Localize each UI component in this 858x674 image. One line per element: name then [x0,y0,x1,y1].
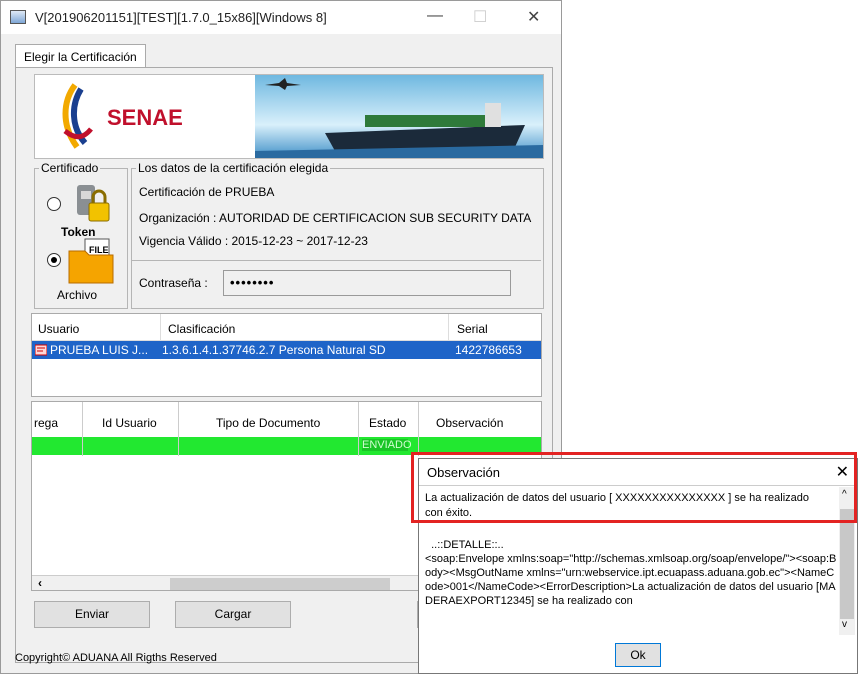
header-usuario[interactable]: Usuario [38,322,79,336]
header-serial[interactable]: Serial [457,322,488,336]
cargar-button[interactable]: Cargar [175,601,291,628]
scroll-thumb[interactable] [170,578,390,590]
datos-legend: Los datos de la certificación elegida [138,161,329,175]
certificate-icon [35,344,47,356]
header-observacion[interactable]: Observación [436,416,503,430]
row-clasificacion: 1.3.6.1.4.1.37746.2.7 Persona Natural SD [162,343,386,357]
archivo-radio[interactable] [47,253,61,267]
vigencia-text: Vigencia Válido : 2015-12-23 ~ 2017-12-2… [139,234,368,248]
token-icon [77,185,110,222]
scroll-left-icon[interactable]: ‹ [38,576,42,590]
organizacion-text: Organización : AUTORIDAD DE CERTIFICACIO… [139,211,532,225]
table-row[interactable]: PRUEBA LUIS J... 1.3.6.1.4.1.37746.2.7 P… [32,341,541,359]
estado-cell: ENVIADO [362,439,412,451]
token-radio[interactable] [47,197,61,211]
svg-text:FILE: FILE [89,245,109,255]
senae-banner: SENAE [34,74,544,159]
header-estado[interactable]: Estado [369,416,406,430]
scroll-thumb[interactable] [840,509,854,619]
minimize-icon[interactable]: — [427,7,443,25]
archivo-label: Archivo [57,288,98,302]
window-title: V[201906201151][TEST][1.7.0_15x86][Windo… [35,10,327,25]
cert-name: Certificación de PRUEBA [139,185,275,199]
senae-logo-icon [62,83,93,149]
certificado-legend: Certificado [41,161,99,175]
close-icon[interactable]: ✕ [527,7,540,27]
header-id-usuario[interactable]: Id Usuario [102,416,157,430]
maximize-icon[interactable]: ☐ [473,7,487,27]
brand-text: SENAE [107,105,183,130]
copyright-text: Copyright© ADUANA All Rigths Reserved [15,652,217,664]
app-icon [10,10,26,24]
header-tipo-documento[interactable]: Tipo de Documento [216,416,320,430]
table-header: Usuario Clasificación Serial [32,314,541,341]
ok-button[interactable]: Ok [615,643,661,667]
header-clasificacion[interactable]: Clasificación [168,322,235,336]
ship-image [255,75,543,158]
enviar-button[interactable]: Enviar [34,601,150,628]
row-serial: 1422786653 [455,343,522,357]
dialog-detail: ..::DETALLE::.. <soap:Envelope xmlns:soa… [425,539,837,607]
certificate-table[interactable]: Usuario Clasificación Serial PRUEBA LUIS… [31,313,542,397]
password-input[interactable]: •••••••• [223,270,511,296]
row-usuario: PRUEBA LUIS J... [50,343,149,357]
divider [132,260,541,261]
title-bar: V[201906201151][TEST][1.7.0_15x86][Windo… [1,1,561,34]
highlight-box [411,452,857,523]
file-folder-icon: FILE [68,238,114,284]
scroll-down-icon[interactable]: v [842,619,847,630]
header-entrega[interactable]: rega [34,416,58,430]
password-label: Contraseña : [139,276,208,290]
